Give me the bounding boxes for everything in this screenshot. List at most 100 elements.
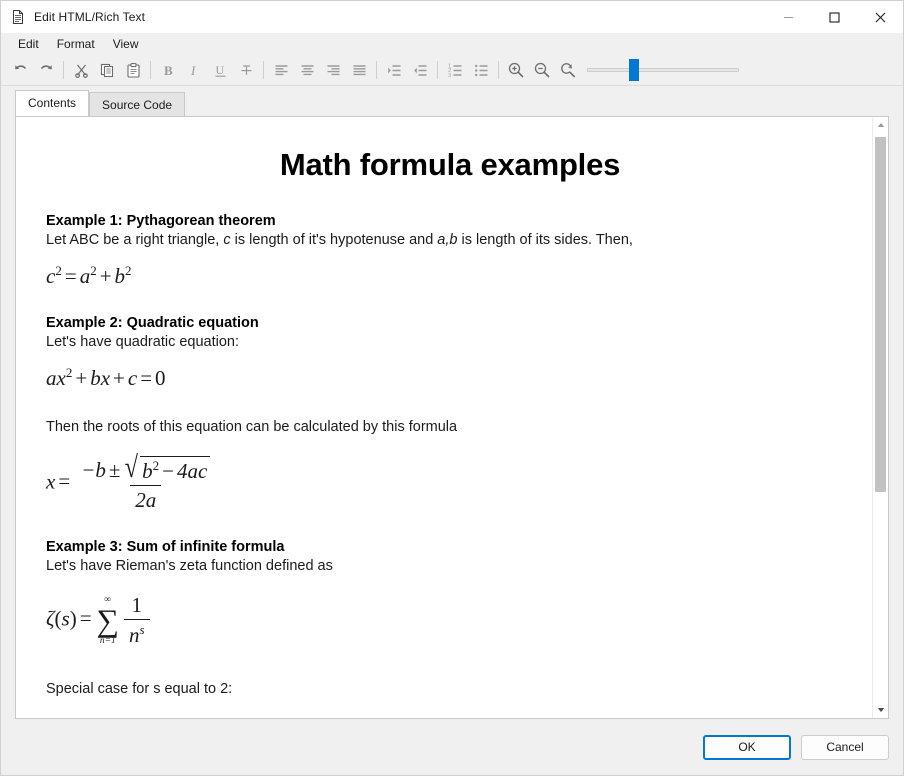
svg-text:U: U (215, 63, 224, 77)
toolbar-separator (263, 61, 264, 79)
toolbar-separator (63, 61, 64, 79)
formula-quadratic-roots: x = −b ± √ b2−4ac 2a (46, 450, 854, 513)
edit-html-rich-text-dialog: Edit HTML/Rich Text Edit Format View B I… (0, 0, 904, 776)
toolbar-separator (437, 61, 438, 79)
radical-icon: √ (125, 450, 139, 485)
text-part: Let ABC be a right triangle, (46, 232, 224, 248)
paste-icon[interactable] (120, 57, 146, 83)
menu-item-format[interactable]: Format (48, 35, 104, 53)
ok-button[interactable]: OK (703, 734, 791, 760)
math-x: x (100, 366, 111, 391)
math-equals: = (79, 606, 92, 631)
title-bar: Edit HTML/Rich Text (1, 1, 903, 33)
indent-decrease-icon[interactable] (407, 57, 433, 83)
menu-bar: Edit Format View (1, 33, 903, 55)
fraction-numerator: −b ± √ b2−4ac (76, 450, 215, 485)
section-heading-2: Example 2: Quadratic equation (46, 315, 259, 332)
math-exponent-2: 2 (125, 263, 132, 279)
zoom-slider-thumb[interactable] (629, 59, 639, 81)
toolbar-separator (150, 61, 151, 79)
vertical-scrollbar[interactable] (872, 117, 888, 718)
maximize-icon[interactable] (811, 1, 857, 33)
dialog-footer: OK Cancel (1, 719, 903, 775)
cancel-button[interactable]: Cancel (801, 734, 889, 760)
tab-bar: Contents Source Code (1, 90, 903, 117)
redo-icon[interactable] (33, 57, 59, 83)
tab-contents[interactable]: Contents (15, 90, 90, 116)
fraction: 1n2 (126, 716, 153, 718)
math-exponent-2: 2 (193, 716, 200, 718)
section-text-3b: Special case for s equal to 2: (46, 681, 233, 698)
formula-zeta-function: ζ(s) = ∞ ∑ n=1 1 ns (46, 593, 854, 648)
math-n: n (129, 623, 140, 648)
align-right-icon[interactable] (320, 57, 346, 83)
math-plus: + (75, 366, 88, 391)
zoom-slider-track[interactable] (587, 68, 739, 72)
align-left-icon[interactable] (268, 57, 294, 83)
tab-source-code[interactable]: Source Code (89, 92, 186, 117)
svg-text:B: B (164, 63, 173, 78)
math-zeta: ζ (46, 606, 55, 631)
italic-ab: a,b (437, 232, 458, 248)
menu-item-edit[interactable]: Edit (9, 35, 48, 53)
undo-icon[interactable] (7, 57, 33, 83)
rich-text-content[interactable]: Math formula examples Example 1: Pythago… (16, 117, 872, 718)
bold-icon[interactable]: B (155, 57, 181, 83)
ordered-list-icon[interactable]: 123 (442, 57, 468, 83)
section-heading-1: Example 1: Pythagorean theorem (46, 213, 276, 229)
scrollbar-thumb[interactable] (875, 137, 886, 492)
fraction: −b ± √ b2−4ac 2a (76, 450, 215, 513)
math-b: b (142, 459, 153, 484)
zoom-slider[interactable] (587, 57, 739, 83)
document-title: Math formula examples (279, 147, 621, 182)
svg-text:I: I (190, 63, 196, 78)
minimize-icon[interactable] (765, 1, 811, 33)
math-rparen: ) (69, 606, 77, 631)
scroll-up-icon[interactable] (873, 117, 888, 133)
formula-pythagorean: c2 = a2 + b2 (46, 263, 854, 289)
menu-item-view[interactable]: View (104, 35, 148, 53)
fraction-denominator: 2a (130, 485, 162, 513)
underline-icon[interactable]: U (207, 57, 233, 83)
align-center-icon[interactable] (294, 57, 320, 83)
sigma-icon: ∑ (96, 602, 120, 638)
section-text-3: Let's have Rieman's zeta function define… (46, 558, 333, 575)
bullet-list-icon[interactable] (468, 57, 494, 83)
math-s: s (61, 606, 70, 631)
title-bar-left: Edit HTML/Rich Text (1, 9, 145, 25)
zoom-in-icon[interactable] (503, 57, 529, 83)
math-equals: = (140, 366, 153, 391)
math-exponent-2: 2 (90, 263, 97, 279)
math-exponent-2: 2 (55, 263, 62, 279)
math-minus-b: −b (81, 458, 106, 483)
zoom-out-icon[interactable] (529, 57, 555, 83)
svg-text:3: 3 (448, 72, 451, 78)
scroll-down-icon[interactable] (873, 702, 888, 718)
fraction-numerator: 1 (130, 716, 151, 718)
zoom-reset-icon[interactable] (555, 57, 581, 83)
math-c: c (46, 264, 56, 289)
cut-icon[interactable] (68, 57, 94, 83)
math-a: a (79, 264, 91, 289)
italic-c: c (223, 232, 231, 248)
strikethrough-icon[interactable] (233, 57, 259, 83)
copy-icon[interactable] (94, 57, 120, 83)
math-b: b (90, 366, 101, 391)
toolbar-separator (376, 61, 377, 79)
math-b: b (114, 264, 126, 289)
indent-increase-icon[interactable] (381, 57, 407, 83)
align-justify-icon[interactable] (346, 57, 372, 83)
window-title: Edit HTML/Rich Text (34, 10, 146, 24)
section-heading-3: Example 3: Sum of infinite formula (46, 539, 285, 556)
formula-quadratic-equation: ax2 + bx + c = 0 (46, 365, 854, 391)
math-c: c (127, 366, 138, 391)
close-icon[interactable] (857, 1, 903, 33)
math-exponent-s: s (139, 622, 145, 638)
italic-icon[interactable]: I (181, 57, 207, 83)
fraction: π26 (177, 716, 204, 718)
math-minus: − (162, 459, 174, 484)
